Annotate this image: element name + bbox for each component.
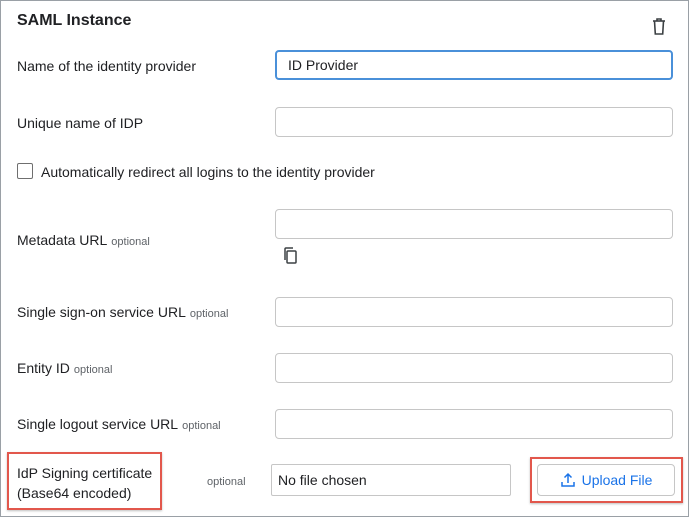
upload-file-button[interactable]: Upload File xyxy=(537,464,675,496)
auto-redirect-label: Automatically redirect all logins to the… xyxy=(41,164,375,180)
sso-url-label-text: Single sign-on service URL xyxy=(17,304,186,320)
upload-icon xyxy=(560,472,575,487)
sso-url-optional: optional xyxy=(189,308,229,320)
idp-name-label: Name of the identity provider xyxy=(17,58,196,74)
slo-url-label: Single logout service URL optional xyxy=(17,416,221,432)
metadata-url-input[interactable] xyxy=(275,209,673,239)
signing-cert-label-line1: IdP Signing certificate xyxy=(17,465,153,481)
idp-unique-name-label: Unique name of IDP xyxy=(17,115,144,131)
saml-instance-panel: SAML Instance Name of the identity provi… xyxy=(0,0,689,517)
slo-url-input[interactable] xyxy=(275,409,673,439)
slo-url-label-text: Single logout service URL xyxy=(17,416,179,432)
idp-name-input[interactable] xyxy=(275,50,673,80)
entity-id-optional: optional xyxy=(73,364,113,376)
slo-url-optional: optional xyxy=(182,420,221,432)
signing-cert-label: IdP Signing certificate (Base64 encoded) xyxy=(17,463,152,503)
sso-url-input[interactable] xyxy=(275,297,673,327)
sso-url-label: Single sign-on service URL optional xyxy=(17,304,228,320)
signing-cert-label-line2: (Base64 encoded) xyxy=(17,485,132,501)
entity-id-label: Entity ID optional xyxy=(17,360,112,376)
entity-id-label-text: Entity ID xyxy=(17,360,70,376)
trash-icon[interactable] xyxy=(650,16,668,36)
metadata-url-label: Metadata URL optional xyxy=(17,232,150,248)
file-chosen-status: No file chosen xyxy=(271,464,511,496)
signing-cert-optional: optional xyxy=(207,476,246,488)
copy-icon[interactable] xyxy=(282,246,300,266)
metadata-url-optional: optional xyxy=(111,236,150,248)
auto-redirect-checkbox[interactable] xyxy=(17,163,33,179)
metadata-url-label-text: Metadata URL xyxy=(17,232,108,248)
panel-title: SAML Instance xyxy=(17,12,132,29)
idp-unique-name-input[interactable] xyxy=(275,107,673,137)
entity-id-input[interactable] xyxy=(275,353,673,383)
upload-file-label: Upload File xyxy=(581,472,653,488)
